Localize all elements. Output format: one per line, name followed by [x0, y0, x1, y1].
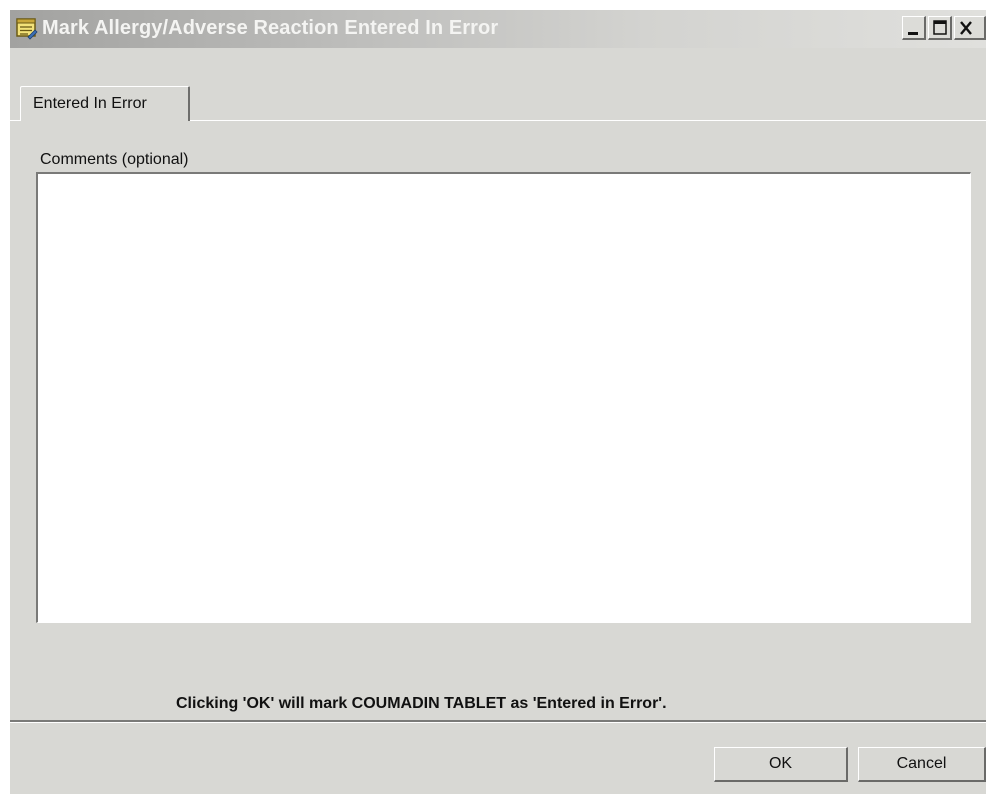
window-title: Mark Allergy/Adverse Reaction Entered In…: [42, 17, 499, 39]
ok-button[interactable]: OK: [714, 747, 848, 782]
tab-label: Entered In Error: [33, 95, 147, 112]
cancel-button[interactable]: Cancel: [858, 747, 986, 782]
close-icon: [960, 21, 972, 35]
entered-in-error-notice: Clicking 'OK' will mark COUMADIN TABLET …: [176, 695, 667, 712]
form-icon: [14, 16, 38, 40]
maximize-button[interactable]: [928, 16, 952, 40]
maximize-icon: [933, 20, 947, 35]
comments-label: Comments (optional): [40, 151, 189, 168]
comments-textarea[interactable]: [36, 172, 971, 623]
minimize-icon: [908, 32, 918, 35]
minimize-button[interactable]: [902, 16, 926, 40]
footer-divider-highlight: [10, 722, 986, 723]
close-button[interactable]: [954, 16, 986, 40]
title-bar[interactable]: Mark Allergy/Adverse Reaction Entered In…: [10, 10, 986, 48]
dialog-window: Mark Allergy/Adverse Reaction Entered In…: [10, 10, 986, 794]
tab-entered-in-error[interactable]: Entered In Error: [20, 86, 190, 121]
